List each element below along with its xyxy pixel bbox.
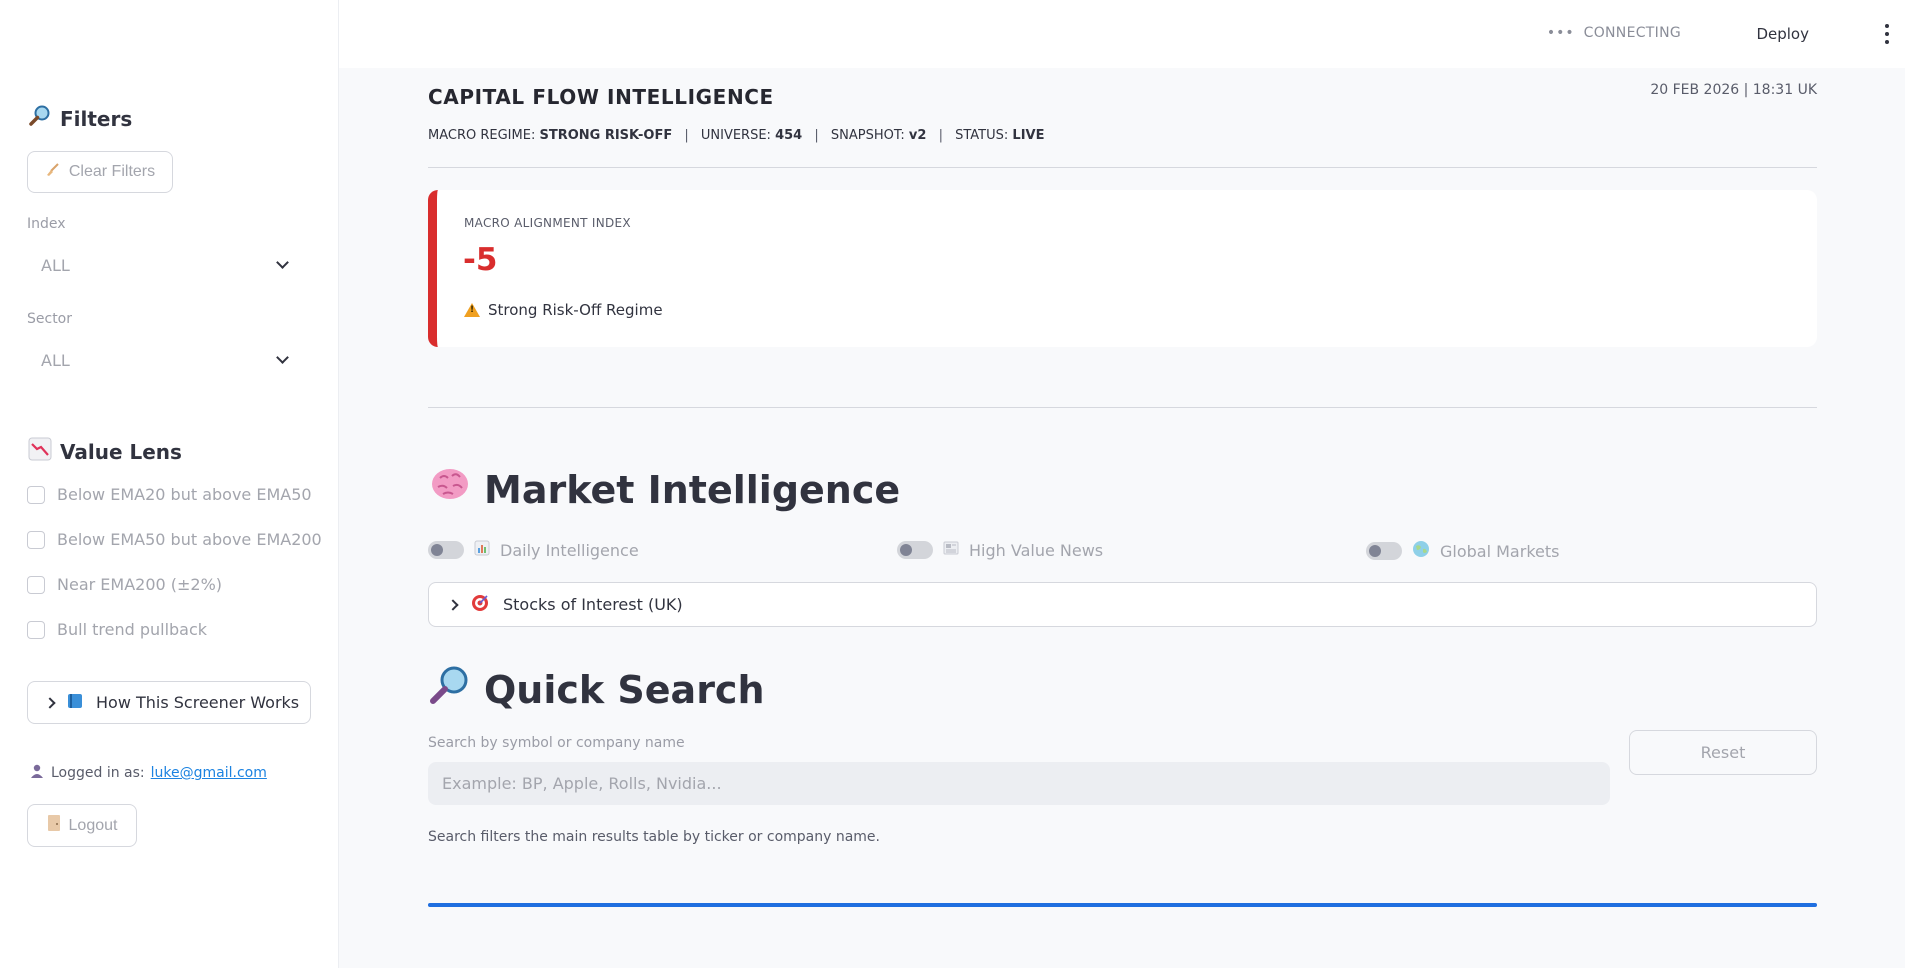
checkbox-bull-trend-pullback[interactable]: Bull trend pullback <box>27 620 207 639</box>
filters-heading: Filters <box>28 104 132 133</box>
regime-warning: Strong Risk-Off Regime <box>464 301 663 319</box>
clear-filters-button[interactable]: Clear Filters <box>27 151 173 193</box>
door-icon <box>47 814 61 837</box>
value-lens-heading: Value Lens <box>28 437 182 466</box>
bar-chart-icon <box>474 540 490 560</box>
divider <box>428 407 1817 408</box>
top-bar: ••• CONNECTING Deploy <box>339 0 1905 68</box>
stocks-of-interest-expander[interactable]: Stocks of Interest (UK) <box>428 582 1817 627</box>
magnifier-icon <box>428 663 472 716</box>
user-icon <box>29 763 45 783</box>
reset-button[interactable]: Reset <box>1629 730 1817 775</box>
checkbox-box[interactable] <box>27 620 45 639</box>
sidebar: Filters Clear Filters Index ALL Sector A… <box>0 0 339 968</box>
progress-bar <box>428 903 1817 907</box>
toggle-switch[interactable] <box>428 541 464 559</box>
toggle-daily-intelligence[interactable]: Daily Intelligence <box>428 540 639 560</box>
ellipsis-icon: ••• <box>1546 25 1575 41</box>
globe-icon <box>1412 540 1430 562</box>
chevron-down-icon <box>276 256 289 269</box>
divider <box>428 167 1817 168</box>
checkbox-box[interactable] <box>27 575 45 594</box>
book-icon <box>66 692 84 714</box>
toggle-high-value-news[interactable]: High Value News <box>897 540 1103 560</box>
logout-button[interactable]: Logout <box>27 804 137 847</box>
chevron-down-icon <box>276 351 289 364</box>
index-select[interactable]: ALL <box>27 245 301 285</box>
target-icon <box>471 594 489 616</box>
brain-icon <box>428 463 472 516</box>
broom-icon <box>45 162 61 183</box>
meta-line: MACRO REGIME: STRONG RISK-OFF | UNIVERSE… <box>428 128 1045 143</box>
quick-search-heading: Quick Search <box>428 663 765 716</box>
page-title: CAPITAL FLOW INTELLIGENCE <box>428 85 774 109</box>
search-hint: Search filters the main results table by… <box>428 829 880 845</box>
toggle-switch[interactable] <box>897 541 933 559</box>
macro-alignment-card: MACRO ALIGNMENT INDEX -5 Strong Risk-Off… <box>428 190 1817 347</box>
magnifier-icon <box>28 104 52 133</box>
progress-fill <box>428 903 1817 907</box>
toggle-switch[interactable] <box>1366 542 1402 560</box>
kebab-menu-icon[interactable] <box>1883 24 1891 44</box>
checkbox-below-ema20[interactable]: Below EMA20 but above EMA50 <box>27 485 312 504</box>
search-input[interactable] <box>428 762 1610 805</box>
checkbox-box[interactable] <box>27 530 45 549</box>
connection-status: ••• CONNECTING <box>1546 25 1681 41</box>
warning-icon <box>464 303 480 317</box>
chevron-right-icon <box>44 696 56 709</box>
how-it-works-expander[interactable]: How This Screener Works <box>27 681 311 724</box>
logged-in-info: Logged in as: luke@gmail.com <box>29 763 267 783</box>
market-intelligence-heading: Market Intelligence <box>428 463 900 516</box>
index-label: Index <box>27 216 66 232</box>
newspaper-icon <box>943 540 959 560</box>
checkbox-box[interactable] <box>27 485 45 504</box>
macro-alignment-value: -5 <box>463 242 498 278</box>
macro-alignment-label: MACRO ALIGNMENT INDEX <box>464 216 631 230</box>
datetime: 20 FEB 2026 | 18:31 UK <box>1650 82 1817 98</box>
chart-decreasing-icon <box>28 437 52 466</box>
checkbox-near-ema200[interactable]: Near EMA200 (±2%) <box>27 575 222 594</box>
sector-select[interactable]: ALL <box>27 340 301 380</box>
toggle-global-markets[interactable]: Global Markets <box>1366 540 1559 562</box>
search-label: Search by symbol or company name <box>428 735 685 751</box>
chevron-right-icon <box>447 598 459 611</box>
checkbox-below-ema50[interactable]: Below EMA50 but above EMA200 <box>27 530 322 549</box>
deploy-button[interactable]: Deploy <box>1750 22 1815 46</box>
sector-label: Sector <box>27 311 73 327</box>
user-email-link[interactable]: luke@gmail.com <box>151 765 267 781</box>
